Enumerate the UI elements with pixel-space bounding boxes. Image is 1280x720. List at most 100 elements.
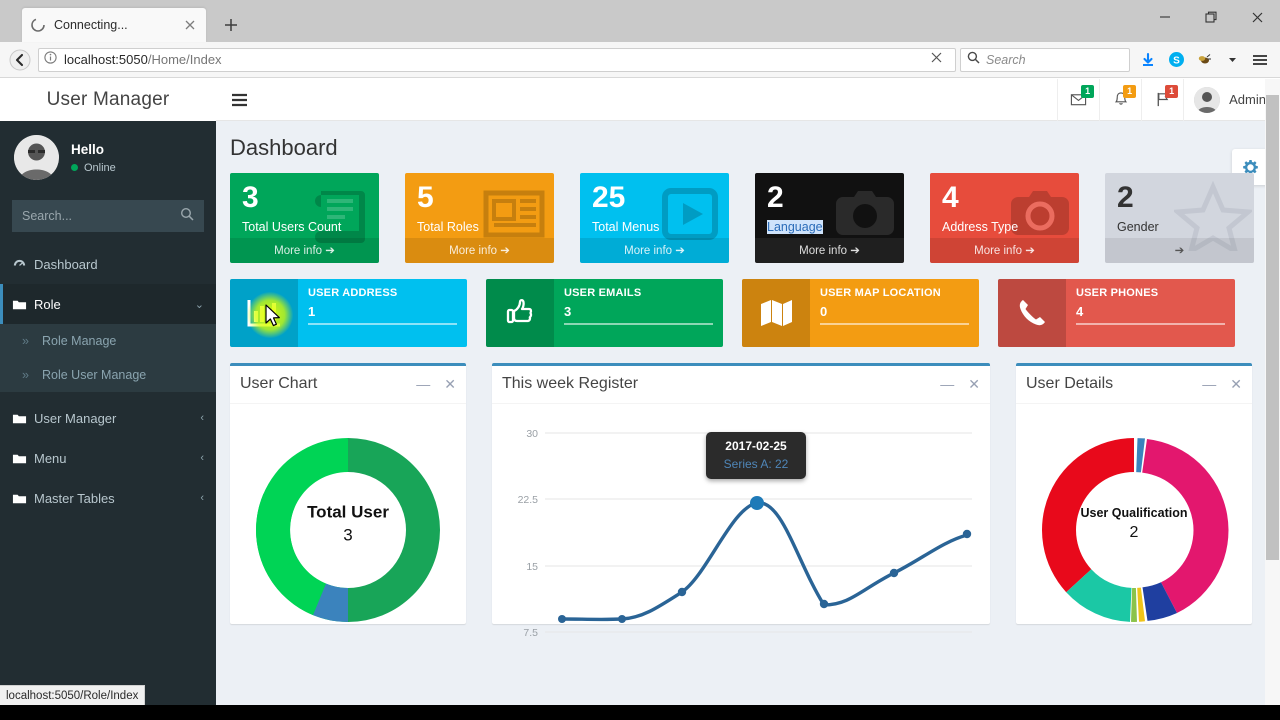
info-box-text: USER PHONES [1076, 286, 1159, 299]
search-bar[interactable]: Search [960, 47, 1130, 72]
sidebar-item-menu[interactable]: Menu ‹ [0, 438, 216, 478]
browser-tab[interactable]: Connecting... [22, 8, 206, 42]
info-box-text: USER EMAILS [564, 286, 642, 299]
small-box-label: Total Roles [417, 219, 479, 234]
sidebar-toggle-button[interactable] [216, 79, 262, 121]
screen-bottom-bar [0, 705, 1280, 720]
chevron-down-icon: ⌄ [194, 298, 204, 311]
small-box-more-info[interactable]: More info ➔ [230, 237, 379, 263]
chevron-double-right-icon: » [22, 334, 29, 348]
line-chart[interactable]: 30 22.5 15 7.5 2017-02-25 Series A: 22 [502, 412, 980, 639]
small-box-gender[interactable]: 2 Gender ➔ [1105, 173, 1254, 263]
small-box-total-roles[interactable]: 5 Total Roles More info ➔ [405, 173, 554, 263]
tasks-button[interactable]: 1 [1141, 79, 1183, 121]
small-box-more-info[interactable]: More info ➔ [755, 237, 904, 263]
navbar-user-name: Admin [1229, 92, 1266, 107]
small-box-number: 5 [417, 181, 434, 214]
sidebar-user-panel: Hello Online [0, 121, 216, 190]
minimize-icon[interactable]: — [416, 376, 430, 392]
minimize-icon[interactable]: — [940, 376, 954, 392]
info-box-number: 1 [308, 303, 316, 319]
info-box-user-map-location[interactable]: USER MAP LOCATION 0 [742, 278, 979, 347]
small-box-more-info[interactable]: More info ➔ [405, 237, 554, 263]
page-scrollbar[interactable] [1265, 79, 1280, 705]
chevron-left-icon: ‹ [200, 492, 204, 504]
downloads-icon[interactable] [1134, 46, 1162, 74]
progress-bar [820, 322, 969, 325]
browser-toolbar: localhost:5050/Home/Index Search S [0, 42, 1280, 78]
chevron-left-icon: ‹ [200, 452, 204, 464]
user-chart-donut[interactable]: Total User 3 [240, 414, 456, 634]
top-navbar: 1 1 1 Admin [216, 79, 1280, 121]
close-icon[interactable]: ✕ [1230, 376, 1242, 393]
online-status-dot [71, 164, 78, 171]
small-box-language[interactable]: 2 Language More info ➔ [755, 173, 904, 263]
small-box-number: 2 [1117, 181, 1134, 214]
info-box-user-phones[interactable]: USER PHONES 4 [998, 278, 1235, 347]
folder-icon [12, 411, 34, 426]
window-close-button[interactable] [1234, 0, 1280, 34]
scrollbar-thumb[interactable] [1266, 95, 1279, 560]
app-logo-text: User Manager [46, 89, 170, 110]
close-icon[interactable]: ✕ [968, 376, 980, 393]
small-box-total-menus[interactable]: 25 Total Menus More info ➔ [580, 173, 729, 263]
box-tools: — ✕ [1202, 376, 1242, 393]
messages-button[interactable]: 1 [1057, 79, 1099, 121]
window-maximize-button[interactable] [1188, 0, 1234, 34]
web-page: User Manager Hello Online Search... Dash… [0, 79, 1280, 705]
user-details-donut[interactable]: User Qualification 2 [1026, 414, 1242, 634]
search-icon[interactable] [180, 207, 194, 226]
sidebar-item-master-tables[interactable]: Master Tables ‹ [0, 478, 216, 518]
notifications-button[interactable]: 1 [1099, 79, 1141, 121]
small-box-more-info[interactable]: More info ➔ [930, 237, 1079, 263]
box-body: Total User 3 [230, 404, 466, 624]
small-box-label: Total Users Count [242, 219, 342, 234]
address-bar[interactable]: localhost:5050/Home/Index [38, 47, 956, 72]
sidebar-item-label: Role Manage [42, 334, 117, 348]
info-box-user-emails[interactable]: USER EMAILS 3 [486, 278, 723, 347]
donut-center-label: Total User 3 [240, 502, 456, 545]
sidebar-item-label: Role [34, 296, 61, 312]
content-area: 1 1 1 Admin Dashboard 3 Total Users Coun… [216, 79, 1280, 705]
back-button[interactable] [6, 46, 34, 74]
site-info-icon[interactable] [43, 50, 58, 70]
small-box-label: Gender [1117, 219, 1159, 234]
sidebar-item-dashboard[interactable]: Dashboard [0, 244, 216, 284]
map-icon [742, 278, 810, 347]
small-box-label: Address Type [942, 219, 1019, 234]
mouse-cursor [265, 304, 282, 333]
status-bar: localhost:5050/Role/Index [0, 685, 146, 705]
app-logo[interactable]: User Manager [0, 79, 216, 121]
new-tab-button[interactable] [216, 10, 246, 40]
sidebar-item-label: Role User Manage [42, 368, 147, 382]
address-clear-icon[interactable] [930, 51, 943, 69]
sidebar-menu: Dashboard Role ⌄ » Role Manage » Role Us… [0, 244, 216, 518]
small-box-row: 3 Total Users Count More info ➔ 5 Total … [230, 173, 1266, 263]
sidebar-item-role[interactable]: Role ⌄ [0, 284, 216, 324]
dashboard-icon [12, 257, 34, 272]
skype-icon[interactable]: S [1162, 46, 1190, 74]
minimize-icon[interactable]: — [1202, 376, 1216, 392]
box-header: User Chart — ✕ [230, 366, 466, 404]
info-box-text: USER MAP LOCATION [820, 286, 941, 299]
window-minimize-button[interactable] [1142, 0, 1188, 34]
donut-label: Total User [307, 502, 389, 521]
small-box-more-info[interactable]: ➔ [1105, 237, 1254, 263]
small-box-address-type[interactable]: 4 Address Type More info ➔ [930, 173, 1079, 263]
tab-close-icon[interactable] [182, 17, 198, 33]
browser-menu-icon[interactable] [1246, 46, 1274, 74]
extension-icon[interactable] [1190, 46, 1218, 74]
folder-icon [12, 491, 34, 506]
small-box-total-users[interactable]: 3 Total Users Count More info ➔ [230, 173, 379, 263]
close-icon[interactable]: ✕ [444, 376, 456, 393]
small-box-number: 2 [767, 181, 784, 214]
sidebar-item-role-user-manage[interactable]: » Role User Manage [0, 358, 216, 392]
sidebar-item-user-manager[interactable]: User Manager ‹ [0, 398, 216, 438]
small-box-number: 25 [592, 181, 626, 214]
small-box-more-info[interactable]: More info ➔ [580, 237, 729, 263]
toolbar-dropdown-icon[interactable] [1218, 46, 1246, 74]
folder-icon [12, 451, 34, 466]
info-box-number: 3 [564, 303, 572, 319]
sidebar-search-input[interactable]: Search... [12, 200, 204, 232]
sidebar-item-role-manage[interactable]: » Role Manage [0, 324, 216, 358]
